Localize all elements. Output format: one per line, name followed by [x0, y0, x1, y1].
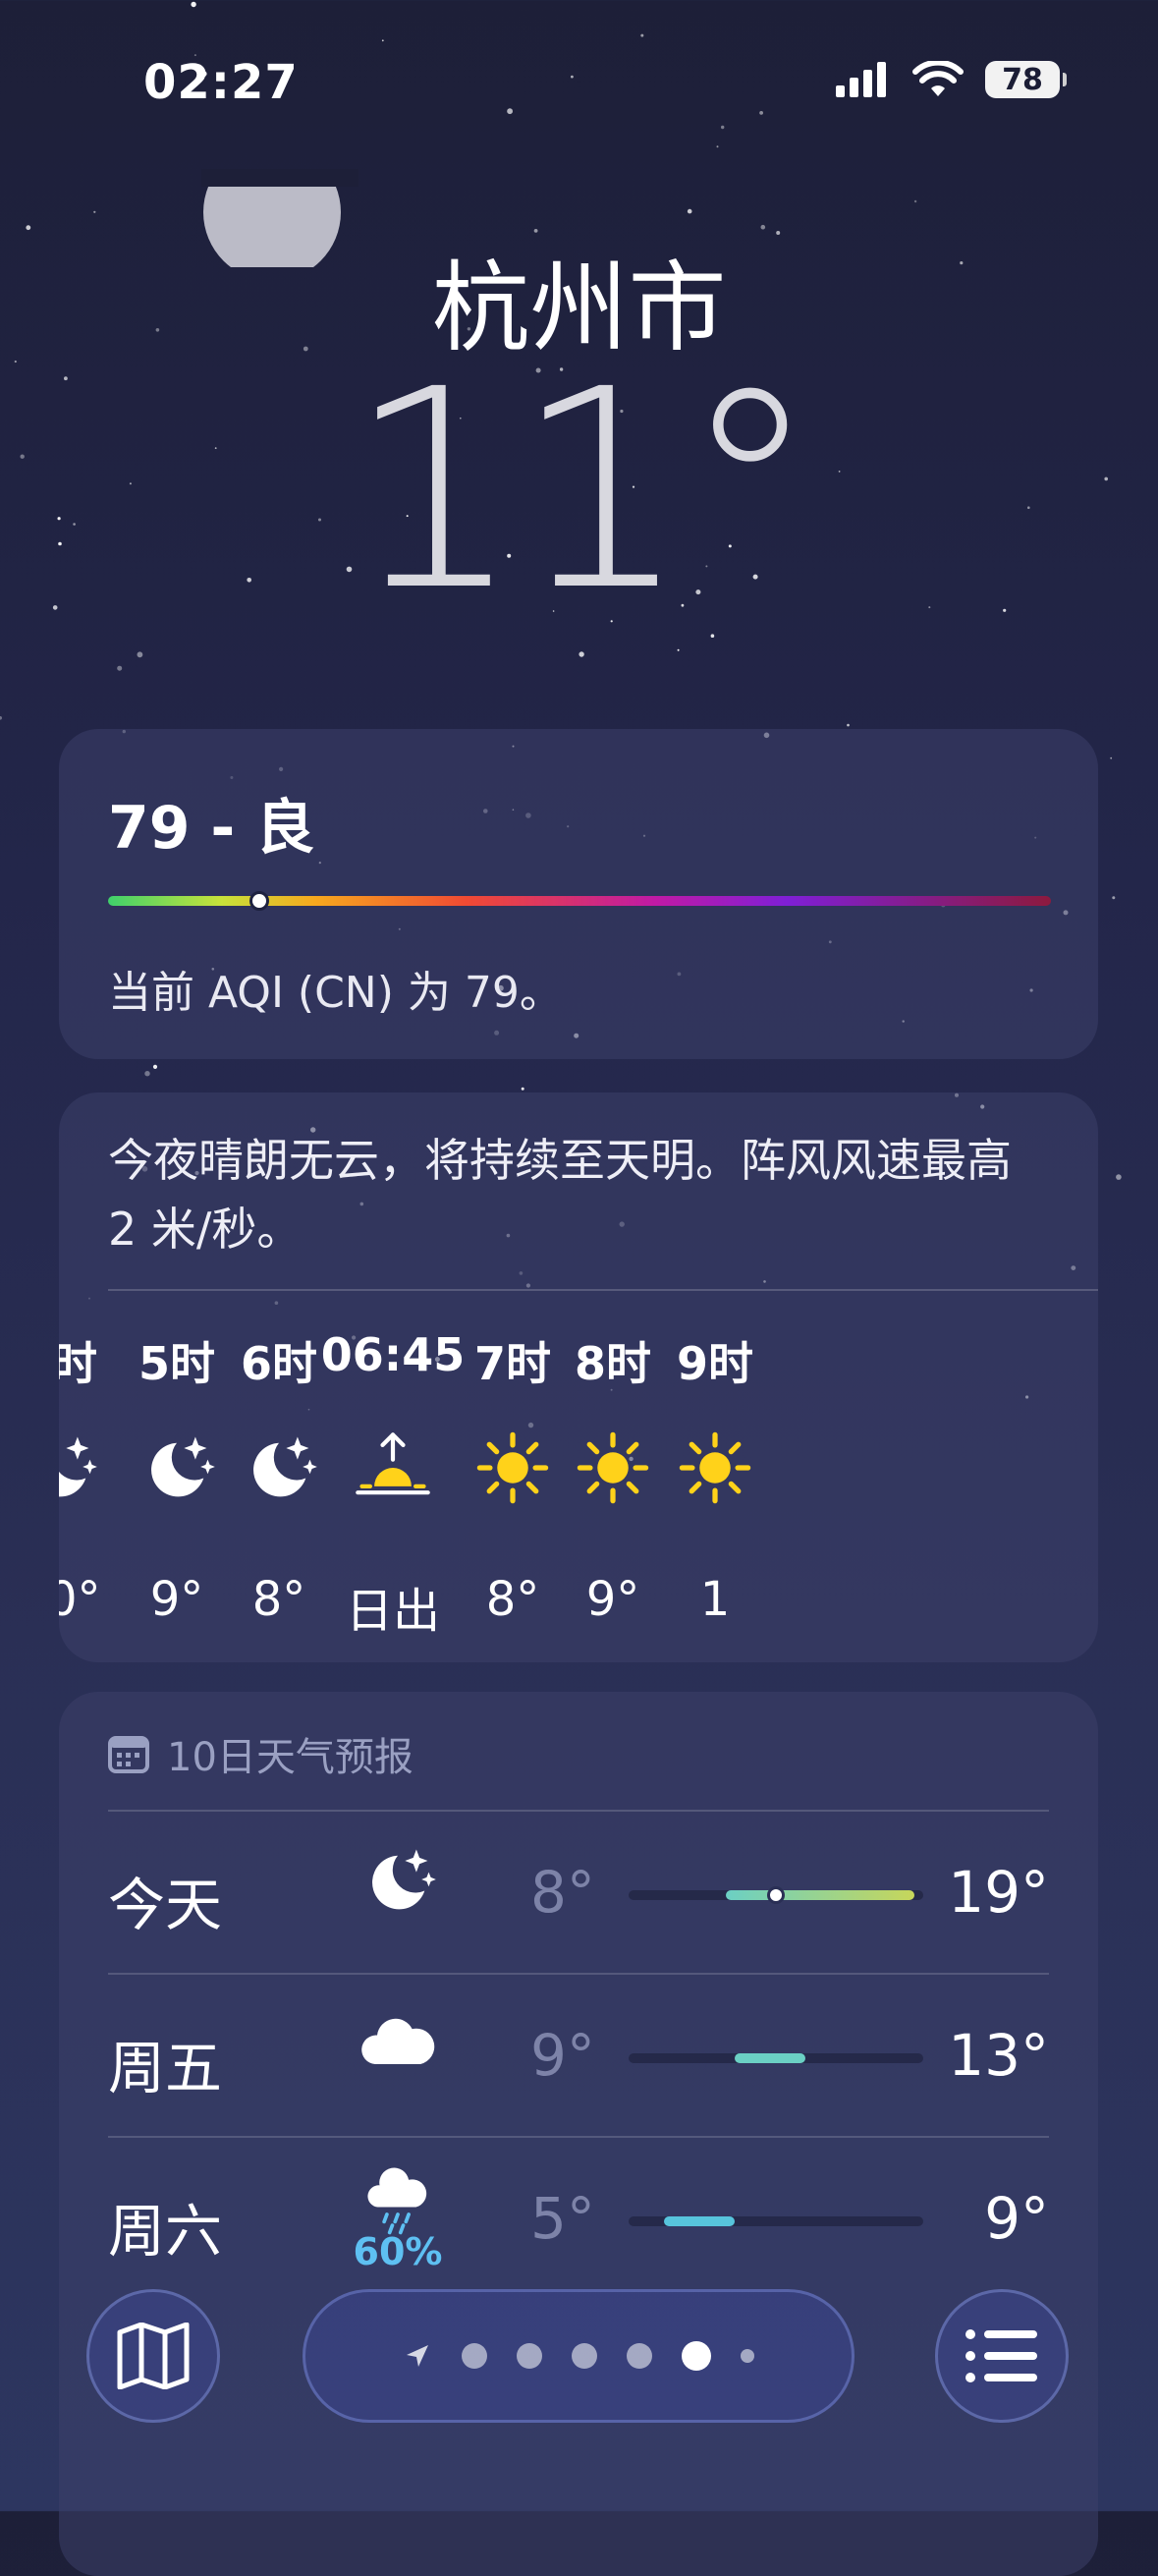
temperature-range-fill — [735, 2053, 805, 2063]
aqi-scale-bar — [108, 891, 1051, 911]
status-indicators: 78 — [836, 61, 1067, 98]
hour-icon-wrap — [627, 1427, 803, 1515]
moon-stars-icon — [372, 1849, 436, 1910]
aqi-level-marker — [248, 891, 269, 911]
page-dot[interactable] — [682, 2341, 711, 2371]
map-icon — [117, 2323, 190, 2389]
daily-row[interactable]: 今天 8° 19° — [108, 1810, 1049, 1975]
sunrise-icon — [356, 1432, 430, 1495]
day-icon-wrap: 60% — [344, 2165, 452, 2273]
air-quality-card[interactable]: 79 - 良 当前 AQI (CN) 为 79。 — [59, 729, 1098, 1059]
day-name: 周六 — [108, 2198, 223, 2265]
cellular-signal-icon — [836, 62, 886, 97]
page-dot[interactable] — [517, 2343, 542, 2369]
current-location-icon — [407, 2345, 428, 2367]
hour-label: 9时 — [676, 1337, 753, 1390]
hourly-forecast-card[interactable]: 今夜晴朗无云，将持续至天明。阵风风速最高 2 米/秒。 4时10°5时9°6时8… — [59, 1092, 1098, 1662]
hour-temperature: 1 — [699, 1572, 731, 1627]
location-page-indicator[interactable] — [303, 2289, 855, 2423]
ten-day-title: 10日天气预报 — [167, 1735, 414, 1780]
day-high-temp: 13° — [948, 2022, 1049, 2089]
ten-day-forecast-card[interactable]: 10日天气预报 今天 8° 19° 周五 9° 13° 周六 60% 5° 9° — [59, 1692, 1098, 2576]
map-button[interactable] — [86, 2289, 220, 2423]
aqi-title: 79 - 良 — [108, 794, 315, 863]
temperature-range-fill — [664, 2216, 735, 2226]
day-low-temp: 8° — [530, 1859, 595, 1926]
list-icon — [965, 2329, 1037, 2382]
day-low-temp: 9° — [530, 2022, 595, 2089]
hourly-divider — [108, 1289, 1098, 1291]
page-dot[interactable] — [741, 2349, 754, 2363]
sun-icon — [679, 1431, 751, 1504]
day-low-temp: 5° — [530, 2185, 595, 2252]
status-time: 02:27 — [143, 55, 299, 110]
daily-row[interactable]: 周六 60% 5° 9° — [108, 2136, 1049, 2301]
temperature-range-bar — [629, 2216, 923, 2226]
cloud-rain-icon — [367, 2167, 427, 2235]
day-high-temp: 19° — [948, 1859, 1049, 1926]
temperature-range-fill — [726, 1890, 914, 1900]
day-name: 周五 — [108, 2035, 223, 2101]
current-temperature: 11° — [347, 331, 818, 651]
current-temp-marker — [767, 1886, 785, 1904]
aqi-description: 当前 AQI (CN) 为 79。 — [108, 968, 563, 1018]
page-dot[interactable] — [462, 2343, 487, 2369]
page-dot[interactable] — [572, 2343, 597, 2369]
precipitation-chance: 60% — [353, 2230, 443, 2273]
wifi-icon — [912, 61, 964, 96]
hourly-summary: 今夜晴朗无云，将持续至天明。阵风风速最高 2 米/秒。 — [108, 1134, 1012, 1256]
daily-row[interactable]: 周五 9° 13° — [108, 1973, 1049, 2138]
day-icon-wrap — [344, 2002, 452, 2110]
page-dot[interactable] — [627, 2343, 652, 2369]
day-name: 今天 — [108, 1872, 223, 1938]
locations-list-button[interactable] — [935, 2289, 1069, 2423]
cloud-icon — [361, 2018, 435, 2064]
day-icon-wrap — [344, 1839, 452, 1947]
ten-day-header: 10日天气预报 — [108, 1725, 414, 1782]
day-high-temp: 9° — [984, 2185, 1049, 2252]
calendar-icon — [108, 1736, 149, 1773]
temperature-range-bar — [629, 1886, 923, 1904]
temperature-range-bar — [629, 2053, 923, 2063]
battery-indicator: 78 — [985, 61, 1067, 98]
